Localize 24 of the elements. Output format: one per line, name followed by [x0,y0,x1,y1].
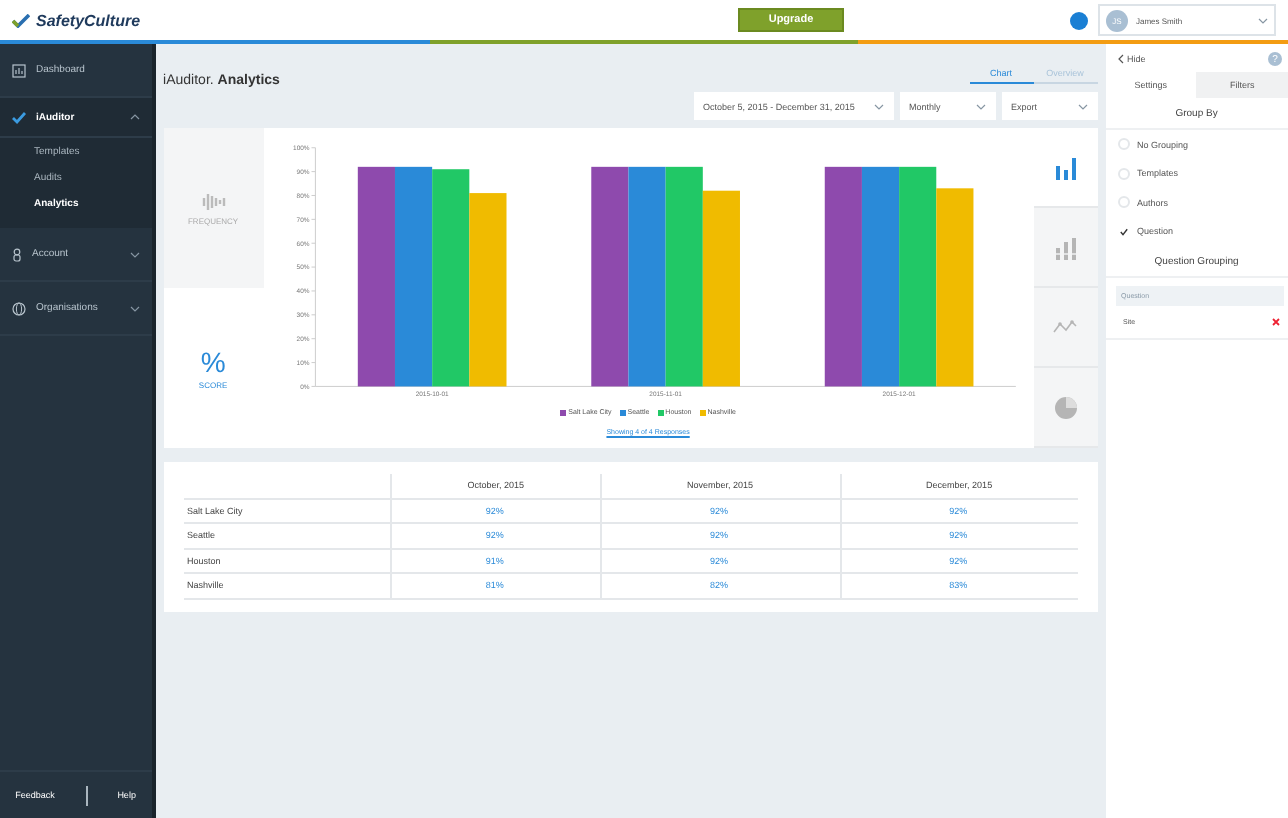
brand-name: SafetyCulture [36,11,141,29]
chat-icon[interactable] [1070,11,1088,29]
caret-icon [975,103,986,109]
sound-wave-icon [201,191,226,211]
chart-type-button[interactable] [1033,368,1098,448]
pie-chart-icon [1053,395,1078,419]
caret-icon [129,114,140,120]
person-icon [12,247,22,261]
bar-chart-icon [1053,235,1078,259]
bar-chart-icon [1053,155,1078,179]
caret-icon [129,251,140,257]
chart-type-button[interactable] [1033,208,1098,288]
caret-icon [873,103,884,109]
line-chart-icon [1052,318,1079,336]
caret-icon [1258,17,1268,23]
logo-icon [12,13,30,27]
chart-icon [12,63,26,77]
caret-icon [1077,103,1088,109]
checkbox[interactable] [1117,225,1130,238]
caret-icon [129,305,140,311]
chevron-left-icon [1117,54,1124,64]
globe-icon [12,301,26,315]
checkmark-icon [12,111,26,123]
remove-icon[interactable] [1272,318,1280,326]
